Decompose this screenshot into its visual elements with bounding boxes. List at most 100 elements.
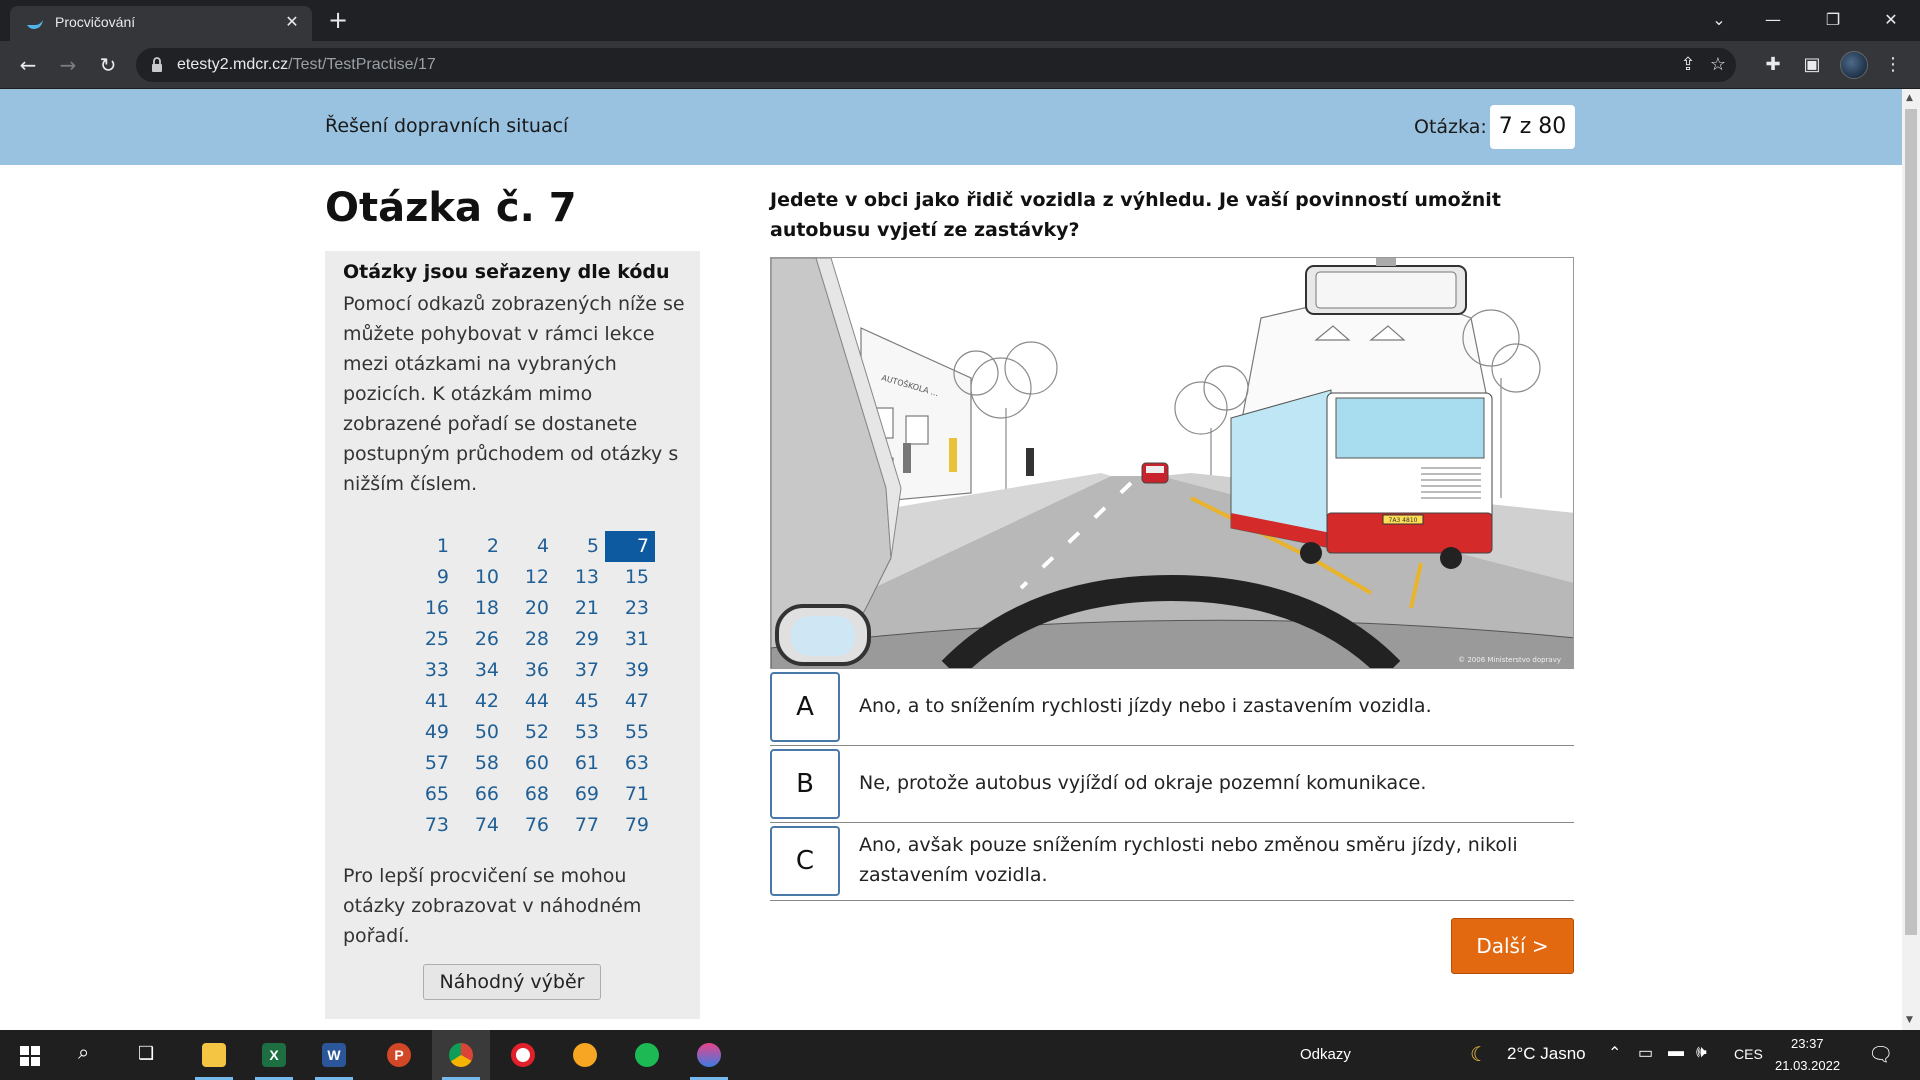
word-icon[interactable]: W <box>305 1030 363 1080</box>
answer-option-c[interactable]: C Ano, avšak pouze snížením rychlosti ne… <box>770 823 1574 901</box>
question-link[interactable]: 65 <box>405 779 455 810</box>
answer-key[interactable]: A <box>770 672 840 742</box>
question-link[interactable]: 29 <box>555 624 605 655</box>
powerpoint-icon[interactable]: P <box>370 1030 428 1080</box>
question-link[interactable]: 10 <box>455 562 505 593</box>
question-link[interactable]: 69 <box>555 779 605 810</box>
question-link[interactable]: 31 <box>605 624 655 655</box>
question-link[interactable]: 16 <box>405 593 455 624</box>
color-app-icon[interactable] <box>680 1030 738 1080</box>
forward-icon[interactable]: → <box>54 51 82 79</box>
question-link[interactable]: 74 <box>455 810 505 841</box>
scroll-up-icon[interactable]: ▲ <box>1906 93 1913 103</box>
reload-icon[interactable]: ↻ <box>94 51 122 79</box>
question-link[interactable]: 13 <box>555 562 605 593</box>
question-link[interactable]: 44 <box>505 686 555 717</box>
question-link[interactable]: 25 <box>405 624 455 655</box>
question-link[interactable]: 63 <box>605 748 655 779</box>
back-icon[interactable]: ← <box>14 51 42 79</box>
answer-option-a[interactable]: A Ano, a to snížením rychlosti jízdy neb… <box>770 669 1574 746</box>
tab-search-icon[interactable]: ⌄ <box>1704 6 1734 34</box>
question-link[interactable]: 12 <box>505 562 555 593</box>
search-icon[interactable]: ⌕ <box>78 1042 89 1065</box>
question-link[interactable]: 41 <box>405 686 455 717</box>
question-link[interactable]: 15 <box>605 562 655 593</box>
chrome-icon[interactable] <box>432 1030 490 1080</box>
bookmark-star-icon[interactable]: ☆ <box>1706 54 1730 76</box>
windows-start-icon[interactable] <box>20 1046 40 1066</box>
close-window-icon[interactable]: ✕ <box>1876 6 1906 34</box>
question-link[interactable]: 68 <box>505 779 555 810</box>
question-link[interactable]: 76 <box>505 810 555 841</box>
answer-text[interactable]: Ne, protože autobus vyjíždí od okraje po… <box>859 768 1559 798</box>
next-question-button[interactable]: Další > <box>1451 918 1574 974</box>
question-link[interactable]: 28 <box>505 624 555 655</box>
question-link[interactable]: 21 <box>555 593 605 624</box>
question-link[interactable]: 37 <box>555 655 605 686</box>
moon-weather-icon[interactable]: ☾ <box>1470 1042 1488 1067</box>
answer-option-b[interactable]: B Ne, protože autobus vyjíždí od okraje … <box>770 746 1574 823</box>
answer-key[interactable]: B <box>770 749 840 819</box>
notifications-icon[interactable]: 🗨 <box>1868 1042 1893 1067</box>
battery-icon[interactable]: ▬ <box>1668 1043 1684 1061</box>
question-link[interactable]: 26 <box>455 624 505 655</box>
question-link[interactable]: 71 <box>605 779 655 810</box>
question-link[interactable]: 36 <box>505 655 555 686</box>
page-scrollbar[interactable]: ▲ ▼ <box>1902 89 1920 1030</box>
question-link[interactable]: 20 <box>505 593 555 624</box>
question-link[interactable]: 50 <box>455 717 505 748</box>
question-link[interactable]: 4 <box>505 531 555 562</box>
clock-date[interactable]: 21.03.2022 <box>1775 1058 1840 1073</box>
question-link-current[interactable]: 7 <box>605 531 655 562</box>
close-tab-icon[interactable]: ✕ <box>282 12 302 32</box>
vpn-app-icon[interactable] <box>556 1030 614 1080</box>
links-toolbar-label[interactable]: Odkazy <box>1300 1046 1351 1063</box>
question-link[interactable]: 42 <box>455 686 505 717</box>
excel-icon[interactable]: X <box>245 1030 303 1080</box>
restore-icon[interactable]: ❐ <box>1818 6 1848 34</box>
question-link[interactable]: 2 <box>455 531 505 562</box>
question-link[interactable]: 52 <box>505 717 555 748</box>
clock-time[interactable]: 23:37 <box>1791 1036 1824 1051</box>
network-icon[interactable]: ▭ <box>1638 1043 1653 1063</box>
answer-text[interactable]: Ano, avšak pouze snížením rychlosti nebo… <box>859 830 1559 890</box>
question-link[interactable]: 58 <box>455 748 505 779</box>
question-link[interactable]: 57 <box>405 748 455 779</box>
question-link[interactable]: 9 <box>405 562 455 593</box>
input-language[interactable]: CES <box>1734 1046 1763 1062</box>
scroll-down-icon[interactable]: ▼ <box>1906 1015 1913 1025</box>
extensions-icon[interactable]: ✚ <box>1760 52 1786 78</box>
scroll-thumb[interactable] <box>1905 109 1917 935</box>
weather-text[interactable]: 2°C Jasno <box>1507 1044 1586 1064</box>
question-link[interactable]: 1 <box>405 531 455 562</box>
question-link[interactable]: 39 <box>605 655 655 686</box>
file-explorer-icon[interactable] <box>185 1030 243 1080</box>
spotify-icon[interactable] <box>618 1030 676 1080</box>
question-link[interactable]: 55 <box>605 717 655 748</box>
question-link[interactable]: 49 <box>405 717 455 748</box>
volume-icon[interactable]: 🕪 <box>1696 1042 1707 1062</box>
question-link[interactable]: 45 <box>555 686 605 717</box>
question-link[interactable]: 23 <box>605 593 655 624</box>
answer-text[interactable]: Ano, a to snížením rychlosti jízdy nebo … <box>859 691 1559 721</box>
question-link[interactable]: 61 <box>555 748 605 779</box>
question-link[interactable]: 66 <box>455 779 505 810</box>
share-icon[interactable]: ⇪ <box>1676 54 1700 76</box>
question-link[interactable]: 79 <box>605 810 655 841</box>
new-tab-icon[interactable]: + <box>324 8 352 36</box>
question-link[interactable]: 34 <box>455 655 505 686</box>
question-link[interactable]: 53 <box>555 717 605 748</box>
question-link[interactable]: 18 <box>455 593 505 624</box>
side-panel-icon[interactable]: ▣ <box>1799 52 1825 78</box>
random-selection-button[interactable]: Náhodný výběr <box>423 964 601 1000</box>
question-link[interactable]: 73 <box>405 810 455 841</box>
question-link[interactable]: 5 <box>555 531 605 562</box>
menu-icon[interactable]: ⋮ <box>1880 52 1906 78</box>
opera-icon[interactable] <box>494 1030 552 1080</box>
profile-avatar[interactable] <box>1840 51 1868 79</box>
browser-tab[interactable]: Procvičování ✕ <box>10 6 312 41</box>
question-link[interactable]: 47 <box>605 686 655 717</box>
question-link[interactable]: 33 <box>405 655 455 686</box>
address-bar[interactable]: etesty2.mdcr.cz/Test/TestPractise/17 ⇪ ☆ <box>136 48 1736 82</box>
task-view-icon[interactable]: ❑ <box>138 1043 154 1064</box>
